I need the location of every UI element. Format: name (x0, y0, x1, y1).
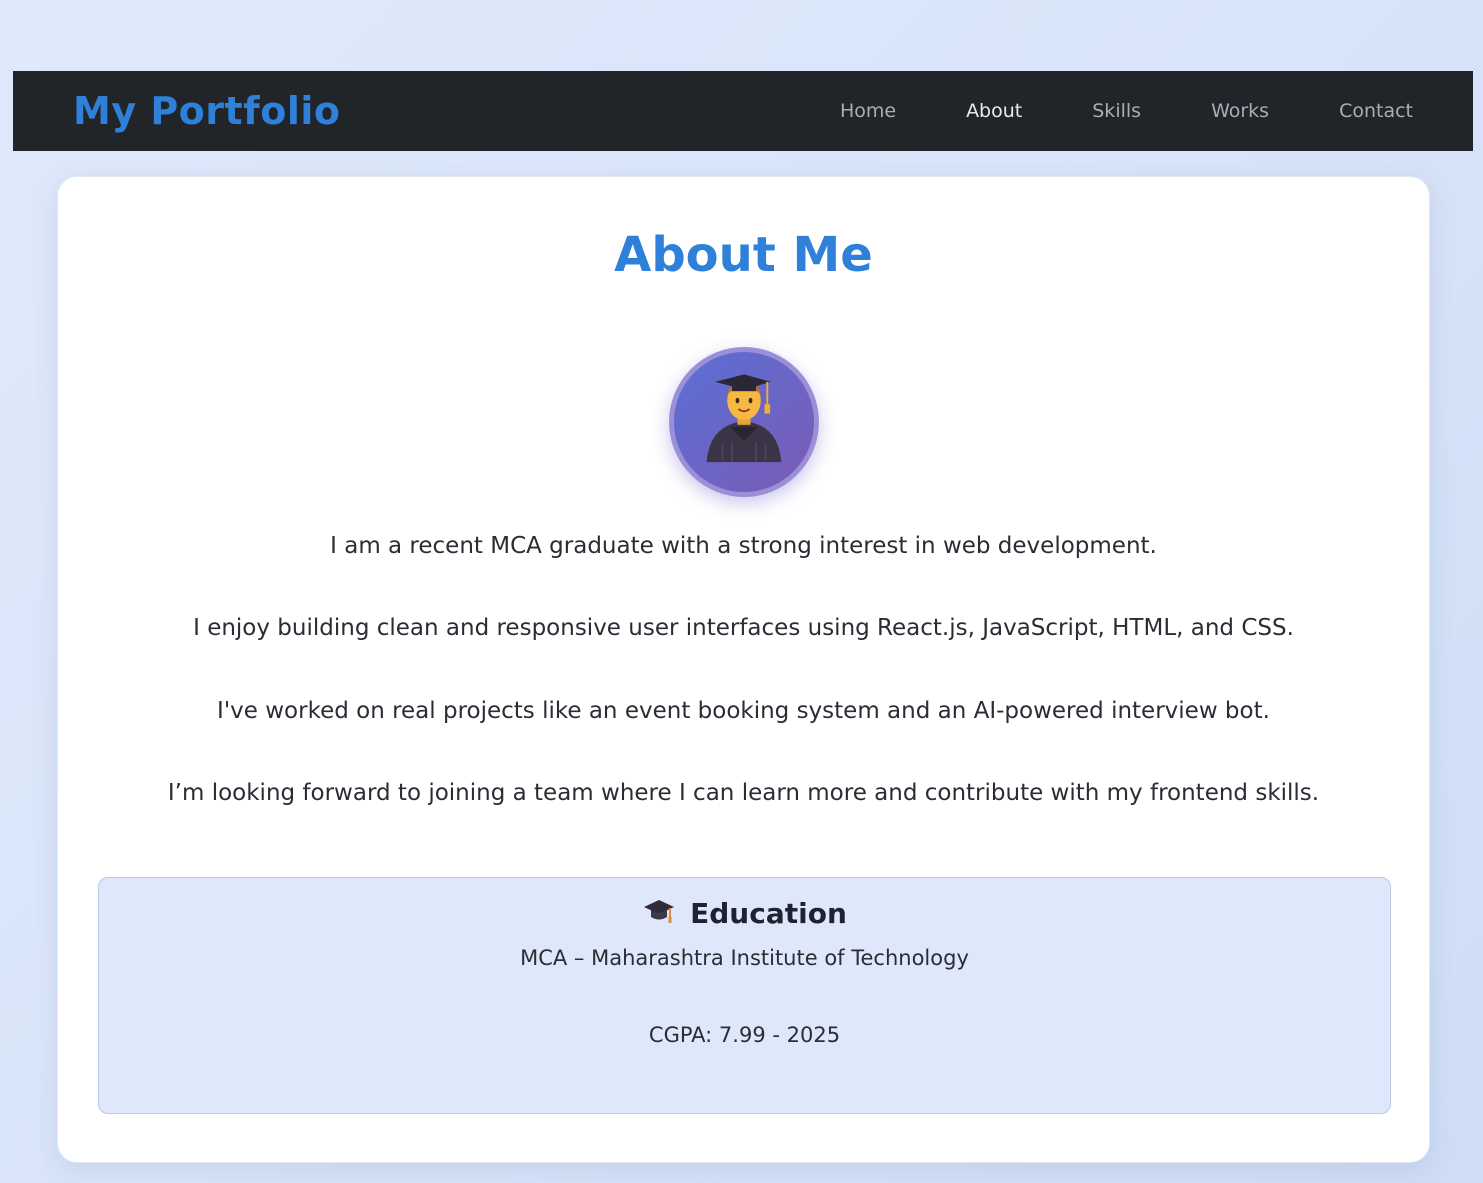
nav-link-about[interactable]: About (966, 100, 1022, 122)
education-degree: MCA – Maharashtra Institute of Technolog… (520, 946, 969, 970)
about-paragraph-1: I am a recent MCA graduate with a strong… (330, 533, 1157, 559)
about-card: About Me I am a recent MCA graduate with… (57, 176, 1430, 1163)
about-paragraph-2: I enjoy building clean and responsive us… (193, 615, 1294, 641)
nav-link-contact[interactable]: Contact (1339, 100, 1413, 122)
graduate-avatar-icon (669, 347, 819, 497)
page-title: About Me (614, 227, 873, 283)
brand-logo[interactable]: My Portfolio (73, 89, 340, 133)
nav-link-home[interactable]: Home (840, 100, 896, 122)
nav-link-works[interactable]: Works (1211, 100, 1269, 122)
graduation-cap-icon (642, 896, 676, 930)
education-cgpa: CGPA: 7.99 - 2025 (648, 1023, 841, 1047)
navbar: My Portfolio Home About Skills Works Con… (13, 71, 1473, 151)
education-header: Education (99, 896, 1390, 930)
nav-link-skills[interactable]: Skills (1092, 100, 1141, 122)
about-paragraph-4: I’m looking forward to joining a team wh… (167, 780, 1320, 806)
about-paragraph-3: I've worked on real projects like an eve… (217, 698, 1270, 724)
education-box: Education MCA – Maharashtra Institute of… (98, 877, 1391, 1114)
education-title: Education (690, 896, 847, 930)
nav-links: Home About Skills Works Contact (770, 100, 1413, 122)
